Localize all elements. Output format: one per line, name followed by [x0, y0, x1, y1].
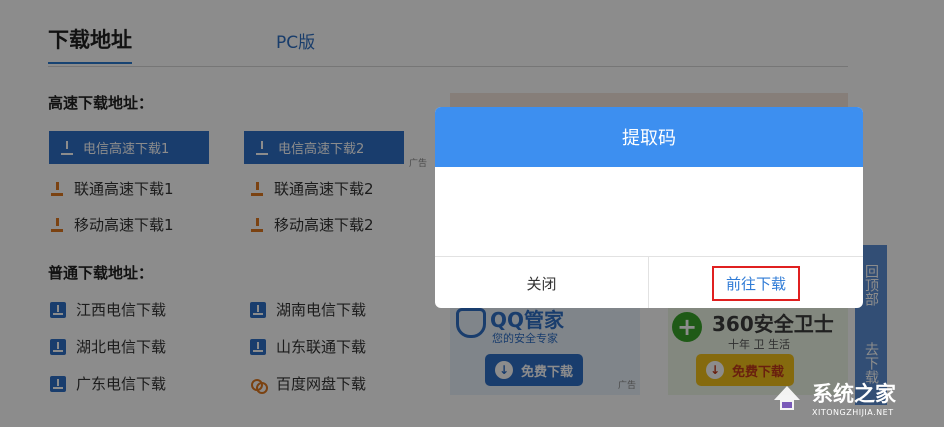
- dialog-footer: 关闭 前往下载: [435, 256, 863, 308]
- watermark-text: 系统之家: [812, 382, 896, 406]
- extraction-code-dialog: 提取码 关闭 前往下载: [435, 107, 863, 308]
- go-download-button[interactable]: 前往下载: [649, 257, 863, 308]
- dialog-title: 提取码: [435, 107, 863, 167]
- go-download-label: 前往下载: [725, 274, 786, 293]
- watermark-logo: [774, 386, 800, 410]
- dialog-body: [435, 167, 863, 256]
- go-download-highlight: 前往下载: [711, 265, 800, 301]
- close-button[interactable]: 关闭: [435, 257, 649, 308]
- close-button-label: 关闭: [526, 274, 557, 293]
- watermark-url: XITONGZHIJIA.NET: [812, 408, 894, 417]
